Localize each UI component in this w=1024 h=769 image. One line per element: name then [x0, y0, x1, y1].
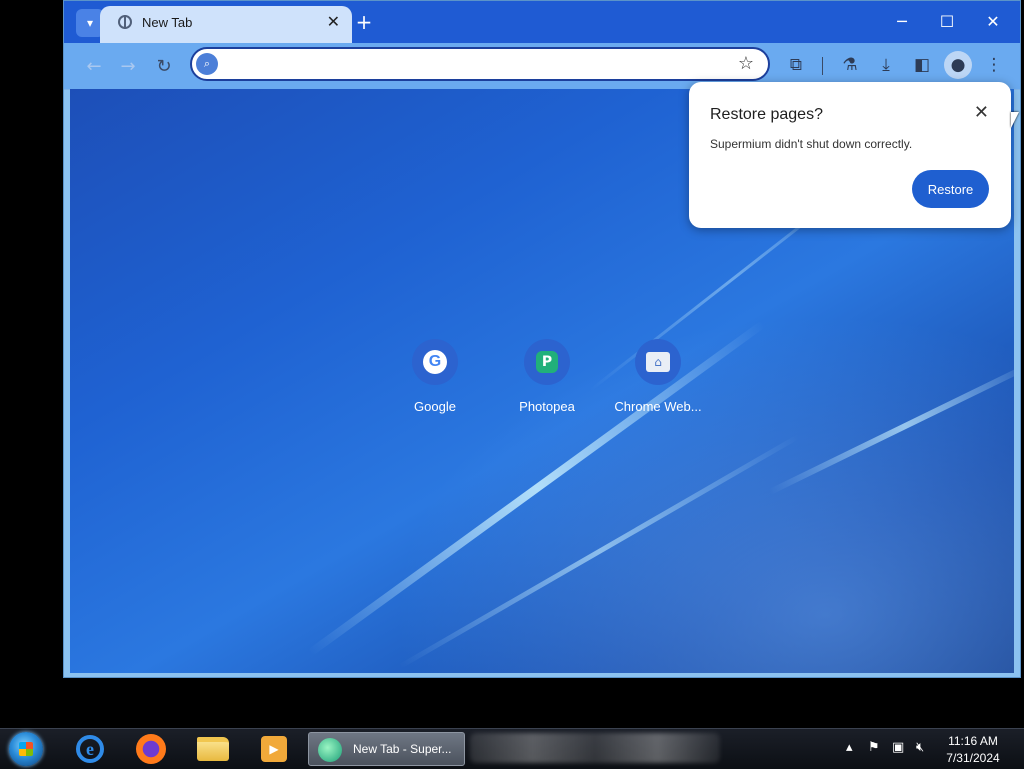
side-panel-icon[interactable]: ◧ [908, 51, 936, 79]
address-bar[interactable]: ⌕ ☆ [190, 47, 770, 81]
media-player-icon: ▶ [261, 736, 287, 762]
shortcut-tile: ⌂ [635, 339, 681, 385]
supermium-icon [318, 738, 342, 762]
tab-title: New Tab [142, 15, 193, 30]
action-center-flag-icon[interactable]: ⚑ [868, 740, 880, 755]
dialog-message: Supermium didn't shut down correctly. [710, 137, 913, 151]
extensions-icon[interactable]: ⧉ [782, 51, 810, 79]
shortcut-photopea[interactable]: P Photopea [492, 339, 602, 414]
web-store-icon: ⌂ [646, 352, 670, 372]
download-icon[interactable]: ⤓ [872, 51, 900, 79]
taskbar-media-player[interactable]: ▶ [254, 732, 294, 766]
close-icon[interactable]: ✕ [974, 102, 989, 123]
tab-new-tab[interactable]: New Tab ✕ [100, 6, 352, 43]
globe-icon [118, 15, 132, 29]
taskbar-supermium-window[interactable]: New Tab - Super... [308, 732, 465, 766]
network-icon[interactable]: ▣ [892, 740, 904, 755]
dialog-title: Restore pages? [710, 106, 823, 123]
shortcut-chrome-web-store[interactable]: ⌂ Chrome Web... [603, 339, 713, 414]
wallpaper-streak [398, 434, 800, 669]
title-bar: ▾ New Tab ✕ + ─ ☐ ✕ [64, 1, 1020, 43]
minimize-button[interactable]: ─ [887, 9, 917, 35]
shortcut-tile: G [412, 339, 458, 385]
clock-date: 7/31/2024 [946, 751, 1000, 765]
clock-time: 11:16 AM [948, 734, 998, 748]
tab-close-icon[interactable]: ✕ [327, 12, 340, 31]
close-button[interactable]: ✕ [978, 9, 1008, 35]
taskbar: e ▶ New Tab - Super... ▴ ⚑ ▣ 🔇︎ 11:16 AM… [0, 728, 1024, 769]
restore-button[interactable]: Restore [912, 170, 989, 208]
toolbar-divider [822, 57, 823, 75]
back-arrow-icon[interactable]: ← [82, 55, 106, 79]
start-button[interactable] [6, 732, 46, 766]
reload-icon[interactable]: ↻ [152, 55, 176, 79]
internet-explorer-icon: e [76, 735, 104, 763]
labs-icon[interactable]: ⚗ [836, 51, 864, 79]
photopea-icon: P [536, 351, 558, 373]
shortcut-label: Chrome Web... [614, 399, 702, 414]
firefox-icon [136, 734, 166, 764]
wallpaper-streak [768, 357, 1014, 495]
shortcut-label: Photopea [519, 399, 575, 414]
menu-dots-icon[interactable]: ⋮ [980, 51, 1008, 79]
search-icon: ⌕ [196, 53, 218, 75]
profile-icon[interactable]: ● [944, 51, 972, 79]
google-icon: G [423, 350, 447, 374]
folder-icon [197, 737, 229, 761]
taskbar-file-explorer[interactable] [193, 732, 233, 766]
windows-orb-icon [9, 732, 43, 766]
restore-pages-dialog: Restore pages? ✕ Supermium didn't shut d… [689, 82, 1011, 228]
chevron-down-icon: ▾ [86, 16, 94, 30]
taskbar-internet-explorer[interactable]: e [70, 732, 110, 766]
address-input[interactable] [224, 53, 728, 77]
blurred-region [470, 733, 720, 763]
maximize-button[interactable]: ☐ [932, 9, 962, 35]
taskbar-firefox[interactable] [131, 732, 171, 766]
system-clock[interactable]: 11:16 AM 7/31/2024 [940, 733, 1006, 767]
taskbar-window-title: New Tab - Super... [353, 742, 452, 756]
shortcut-tile: P [524, 339, 570, 385]
new-tab-button[interactable]: + [352, 10, 376, 34]
mouse-cursor-icon [1011, 112, 1024, 128]
volume-muted-icon[interactable]: 🔇︎ [916, 740, 924, 755]
star-icon[interactable]: ☆ [738, 53, 754, 74]
shortcut-google[interactable]: G Google [380, 339, 490, 414]
shortcut-label: Google [414, 399, 456, 414]
tray-expand-icon[interactable]: ▴ [846, 740, 853, 755]
forward-arrow-icon[interactable]: → [116, 55, 140, 79]
